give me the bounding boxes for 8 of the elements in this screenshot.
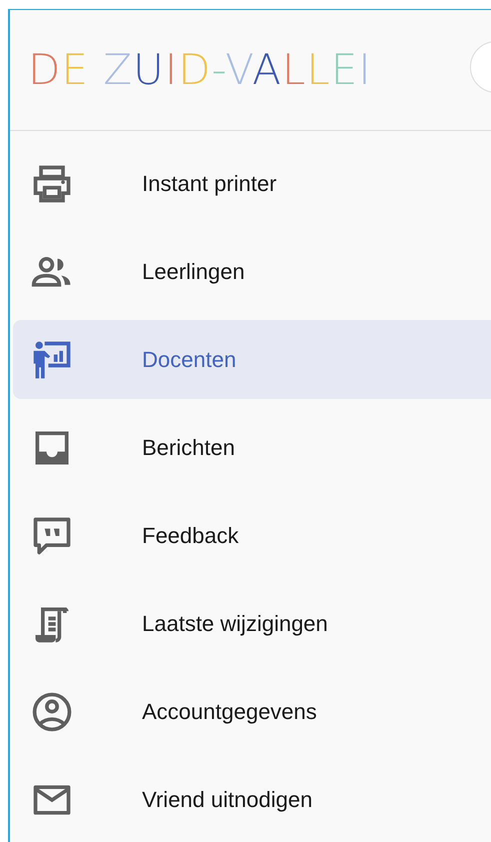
menu-item[interactable]: Berichten: [13, 408, 491, 487]
menu-item[interactable]: Docenten: [13, 320, 491, 399]
menu-item[interactable]: Leerlingen: [13, 232, 491, 311]
menu-item[interactable]: Accountgegevens: [13, 672, 491, 751]
menu-item[interactable]: Instant printer: [13, 144, 491, 223]
menu-item[interactable]: Feedback: [13, 496, 491, 575]
menu-item[interactable]: Laatste wijzigingen: [13, 584, 491, 663]
menu-item[interactable]: Vriend uitnodigen: [13, 760, 491, 839]
